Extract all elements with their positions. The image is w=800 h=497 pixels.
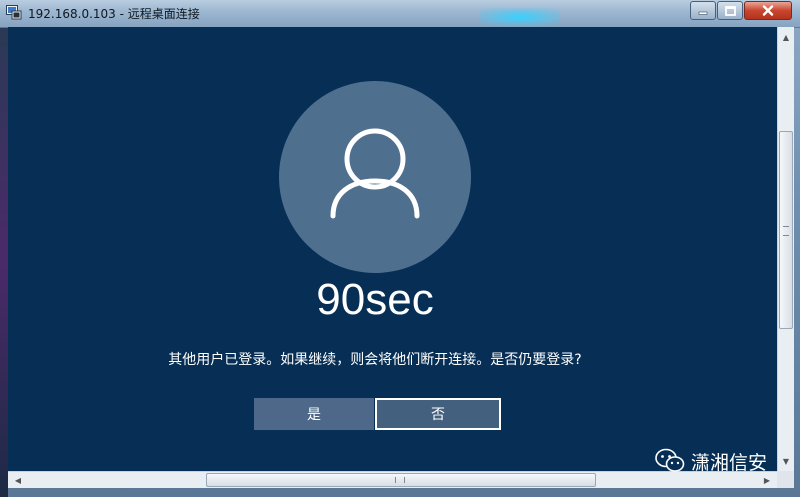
wechat-icon [655,448,685,472]
username: 90sec [316,275,434,324]
grip-icon [395,477,405,483]
minimize-button[interactable] [690,1,716,20]
title-bar[interactable]: 192.168.0.103 - 远程桌面连接 [0,0,800,28]
horizontal-scroll-thumb[interactable] [206,473,596,487]
remote-desktop-window: 192.168.0.103 - 远程桌面连接 90sec 其他用户已登录。如果继… [0,0,800,497]
no-button[interactable]: 否 [375,398,501,430]
close-icon [762,5,774,16]
maximize-button[interactable] [717,1,743,20]
maximize-icon [724,5,736,16]
user-avatar-icon [330,128,420,219]
desktop-background [0,22,8,497]
remote-session-viewport[interactable]: 90sec 其他用户已登录。如果继续，则会将他们断开连接。是否仍要登录? 是 否 [8,27,777,471]
session-conflict-prompt: 其他用户已登录。如果继续，则会将他们断开连接。是否仍要登录? [168,352,582,368]
watermark-text: 潇湘信安 [691,451,768,474]
vertical-scroll-thumb[interactable] [779,131,793,329]
remote-desktop-icon [6,5,22,20]
scroll-down-arrow-icon[interactable]: ▼ [778,453,794,469]
yes-button[interactable]: 是 [254,398,374,430]
window-title: 192.168.0.103 - 远程桌面连接 [28,7,200,21]
close-button[interactable] [744,1,792,20]
grip-icon [783,226,789,236]
vertical-scrollbar[interactable]: ▲ ▼ [777,27,794,471]
user-avatar [279,81,471,273]
scrollbar-corner [777,471,794,488]
title-bar-glow [480,8,560,26]
scroll-up-arrow-icon[interactable]: ▲ [778,29,794,45]
watermark: 潇湘信安 [655,446,767,476]
scroll-left-arrow-icon[interactable]: ◀ [10,472,26,488]
minimize-icon [698,11,708,15]
